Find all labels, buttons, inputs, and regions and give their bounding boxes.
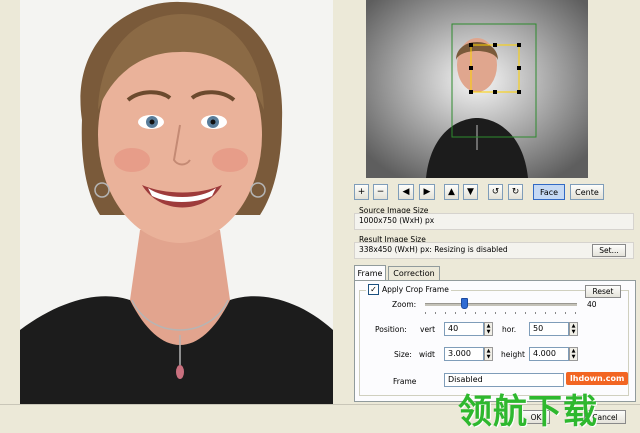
source-size-value: 1000x750 (WxH) px <box>359 216 435 225</box>
height-spinner[interactable]: ▲ ▼ <box>569 347 578 361</box>
move-up-button[interactable]: ▲ <box>444 184 459 200</box>
controls-pane: + − ◀ ▶ ▲ ▼ ↺ ↻ Face Cente Source Image … <box>351 0 640 404</box>
set-button[interactable]: Set... <box>592 244 626 257</box>
move-right-button[interactable]: ▶ <box>419 184 435 200</box>
tab-correction[interactable]: Correction <box>388 266 440 280</box>
result-size-value: 338x450 (WxH) px: Resizing is disabled <box>359 245 508 254</box>
height-input[interactable]: 4.000 <box>529 347 569 361</box>
hor-input[interactable]: 50 <box>529 322 569 336</box>
center-button[interactable]: Cente <box>570 184 604 200</box>
hor-spinner[interactable]: ▲ ▼ <box>569 322 578 336</box>
preview-image <box>366 0 588 178</box>
zoom-slider-ticks <box>425 312 577 314</box>
zoom-value: 40 <box>587 300 597 309</box>
face-button[interactable]: Face <box>533 184 565 200</box>
vert-input[interactable]: 40 <box>444 322 484 336</box>
source-photo <box>20 0 333 404</box>
source-size-box: 1000x750 (WxH) px <box>354 213 634 230</box>
reset-button[interactable]: Reset <box>585 285 621 298</box>
source-image-pane <box>0 0 351 404</box>
width-input[interactable]: 3.000 <box>444 347 484 361</box>
position-label: Position: <box>375 325 407 334</box>
apply-crop-frame-checkbox[interactable]: ✓ <box>368 284 379 295</box>
watermark-logo: 领航下载 <box>458 392 598 432</box>
vert-label: vert <box>420 325 436 334</box>
width-spinner[interactable]: ▲ ▼ <box>484 347 493 361</box>
size-label: Size: <box>394 350 412 359</box>
apply-crop-frame-label: Apply Crop Frame <box>382 285 449 294</box>
zoom-in-button[interactable]: + <box>354 184 369 200</box>
crop-preview[interactable] <box>366 0 588 178</box>
move-down-button[interactable]: ▼ <box>463 184 478 200</box>
apply-crop-frame-row: ✓ Apply Crop Frame <box>366 284 451 295</box>
zoom-label: Zoom: <box>392 300 417 309</box>
rotate-cw-icon[interactable]: ↻ <box>508 184 523 200</box>
rotate-ccw-icon[interactable]: ↺ <box>488 184 503 200</box>
tab-frame[interactable]: Frame <box>354 265 386 280</box>
hor-label: hor. <box>502 325 517 334</box>
frame-label: Frame <box>393 377 417 386</box>
move-left-button[interactable]: ◀ <box>398 184 414 200</box>
height-label: height <box>501 350 525 359</box>
zoom-slider-thumb[interactable] <box>461 298 468 309</box>
portrait-image <box>20 0 333 404</box>
zoom-out-button[interactable]: − <box>373 184 388 200</box>
zoom-slider-track[interactable] <box>425 303 577 306</box>
vert-spinner[interactable]: ▲ ▼ <box>484 322 493 336</box>
width-label: widt <box>419 350 435 359</box>
